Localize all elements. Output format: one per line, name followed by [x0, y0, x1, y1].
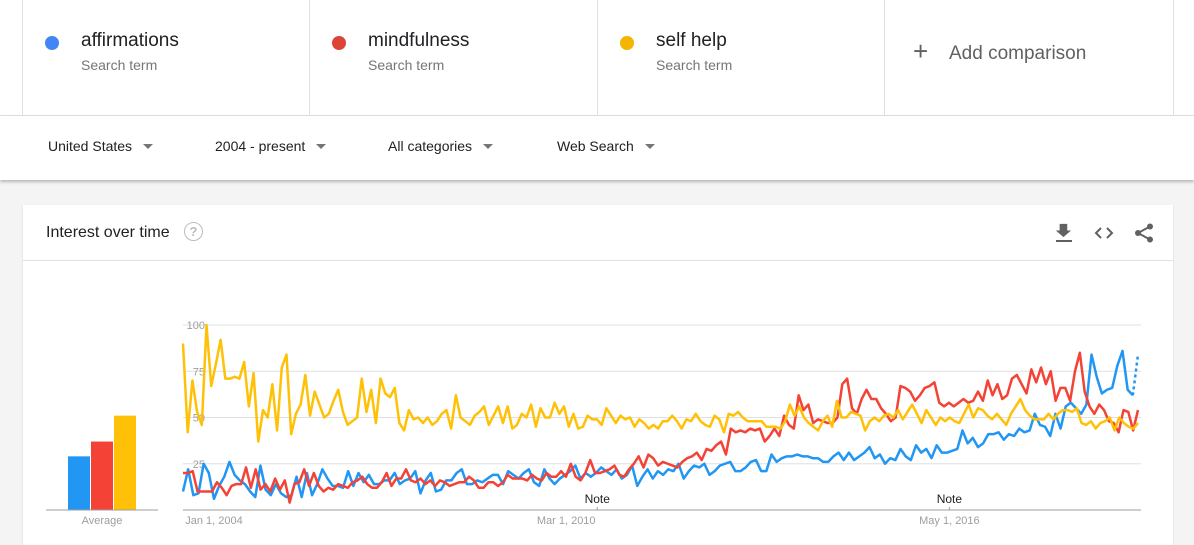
gridlines: 255075100 [183, 320, 1141, 471]
y-tick-label: 100 [187, 320, 205, 332]
x-axis: Jan 1, 2004 Mar 1, 2010 May 1, 2016 Note Not… [183, 492, 1141, 527]
interest-chart: Average 255075100 Jan 1, 2004 Mar 1, 2010… [46, 320, 1141, 527]
series-line-partial-affirmations [1131, 354, 1140, 396]
average-bar-chart: Average [46, 415, 158, 527]
x-tick-label: Mar 1, 2010 [537, 515, 596, 527]
note-label: Note [937, 492, 963, 506]
average-label: Average [82, 515, 123, 527]
series-line-affirmations [181, 349, 1134, 501]
series-line-mindfulness [183, 351, 1140, 504]
note-label: Note [585, 492, 611, 506]
x-tick-label: May 1, 2016 [919, 515, 980, 527]
series-line-self-help [181, 323, 1139, 443]
average-bar-self-help [114, 415, 136, 510]
x-tick-label: Jan 1, 2004 [185, 515, 243, 527]
series-lines [181, 323, 1140, 504]
average-bar-affirmations [68, 456, 90, 510]
average-bar-mindfulness [91, 441, 113, 510]
